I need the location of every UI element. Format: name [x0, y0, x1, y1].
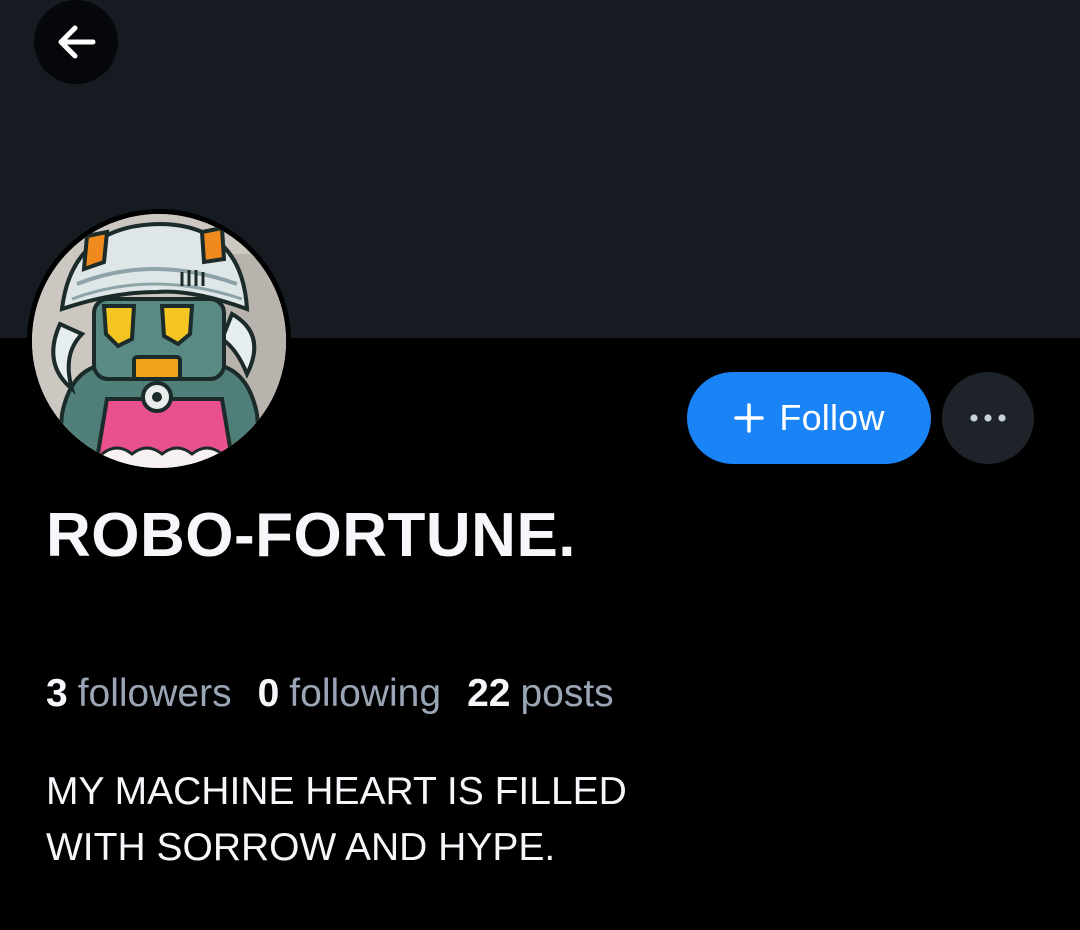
plus-icon: [734, 403, 765, 433]
back-button[interactable]: [34, 0, 118, 84]
followers-stat[interactable]: 3 followers: [46, 672, 232, 716]
profile-stats: 3 followers 0 following 22 posts: [46, 672, 614, 716]
profile-page: Follow ROBO-FORTUNE. 3 followers 0 follo…: [0, 0, 1080, 930]
follow-button[interactable]: Follow: [687, 372, 931, 464]
posts-count: 22: [467, 672, 511, 715]
bio-line: WITH SORROW AND HYPE.: [46, 826, 556, 869]
following-count: 0: [257, 672, 280, 715]
follow-button-label: Follow: [779, 397, 885, 438]
avatar-image: [32, 214, 286, 468]
followers-label: followers: [77, 672, 232, 715]
profile-bio: MY MACHINE HEART IS FILLED WITH SORROW A…: [46, 764, 1026, 876]
followers-count: 3: [46, 672, 68, 715]
ellipsis-icon: [970, 414, 1006, 422]
arrow-left-icon: [58, 25, 96, 59]
posts-label: posts: [520, 672, 614, 715]
following-stat[interactable]: 0 following: [258, 672, 441, 716]
following-label: following: [289, 672, 442, 715]
avatar[interactable]: [27, 209, 291, 473]
display-name: ROBO-FORTUNE.: [46, 501, 577, 570]
posts-stat: 22 posts: [467, 672, 614, 716]
bio-line: MY MACHINE HEART IS FILLED: [46, 770, 627, 813]
more-options-button[interactable]: [942, 372, 1034, 464]
